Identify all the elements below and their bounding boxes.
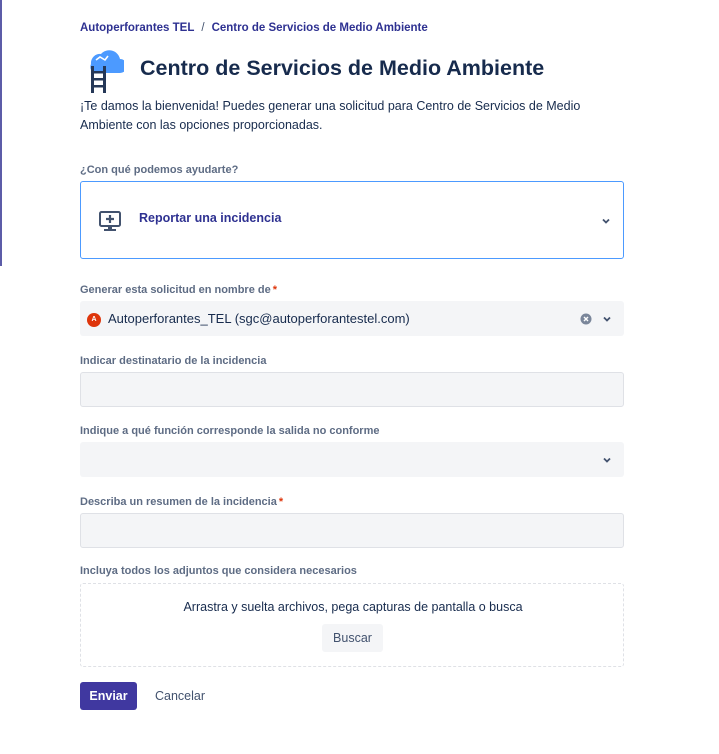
chevron-down-icon[interactable] bbox=[602, 455, 612, 465]
summary-input[interactable] bbox=[81, 514, 623, 547]
on-behalf-label-text: Generar esta solicitud en nombre de bbox=[80, 284, 271, 296]
attachments-dropzone[interactable]: Arrastra y suelta archivos, pega captura… bbox=[80, 583, 624, 667]
on-behalf-value: Autoperforantes_TEL (sgc@autoperforantes… bbox=[108, 311, 410, 326]
request-type-label: ¿Con qué podemos ayudarte? bbox=[80, 164, 239, 176]
summary-field bbox=[80, 513, 624, 548]
browse-button[interactable]: Buscar bbox=[322, 624, 383, 652]
cancel-button[interactable]: Cancelar bbox=[146, 682, 214, 710]
left-accent-rule bbox=[0, 0, 2, 266]
request-type-select[interactable]: Reportar una incidencia bbox=[80, 181, 624, 259]
breadcrumb-separator: / bbox=[201, 22, 205, 34]
chevron-down-icon[interactable] bbox=[601, 216, 611, 226]
chevron-down-icon[interactable] bbox=[602, 314, 612, 324]
intro-text: ¡Te damos la bienvenida! Puedes generar … bbox=[80, 99, 581, 132]
function-select[interactable] bbox=[80, 442, 624, 477]
summary-label: Describa un resumen de la incidencia * bbox=[80, 496, 283, 508]
dropzone-text: Arrastra y suelta archivos, pega captura… bbox=[183, 600, 523, 614]
avatar: A bbox=[87, 313, 101, 327]
submit-button[interactable]: Enviar bbox=[80, 682, 137, 710]
required-mark: * bbox=[278, 496, 284, 508]
recipient-input[interactable] bbox=[81, 373, 623, 406]
page-title: Centro de Servicios de Medio Ambiente bbox=[140, 56, 545, 80]
function-label: Indique a qué función corresponde la sal… bbox=[80, 425, 380, 437]
breadcrumb-project-link[interactable]: Centro de Servicios de Medio Ambiente bbox=[212, 22, 428, 34]
breadcrumb: Autoperforantes TEL / Centro de Servicios … bbox=[80, 22, 428, 34]
required-mark: * bbox=[272, 284, 278, 296]
on-behalf-label: Generar esta solicitud en nombre de * bbox=[80, 284, 277, 296]
recipient-label: Indicar destinatario de la incidencia bbox=[80, 355, 267, 367]
summary-label-text: Describa un resumen de la incidencia bbox=[80, 496, 277, 508]
add-screen-icon bbox=[99, 211, 121, 231]
cloud-ladder-icon bbox=[90, 50, 124, 93]
request-type-value: Reportar una incidencia bbox=[139, 211, 282, 225]
attachments-label: Incluya todos los adjuntos que considera… bbox=[80, 565, 357, 577]
on-behalf-select[interactable]: A Autoperforantes_TEL (sgc@autoperforant… bbox=[80, 301, 624, 336]
breadcrumb-org-link[interactable]: Autoperforantes TEL bbox=[80, 22, 194, 34]
clear-icon[interactable] bbox=[580, 313, 592, 325]
recipient-field bbox=[80, 372, 624, 407]
